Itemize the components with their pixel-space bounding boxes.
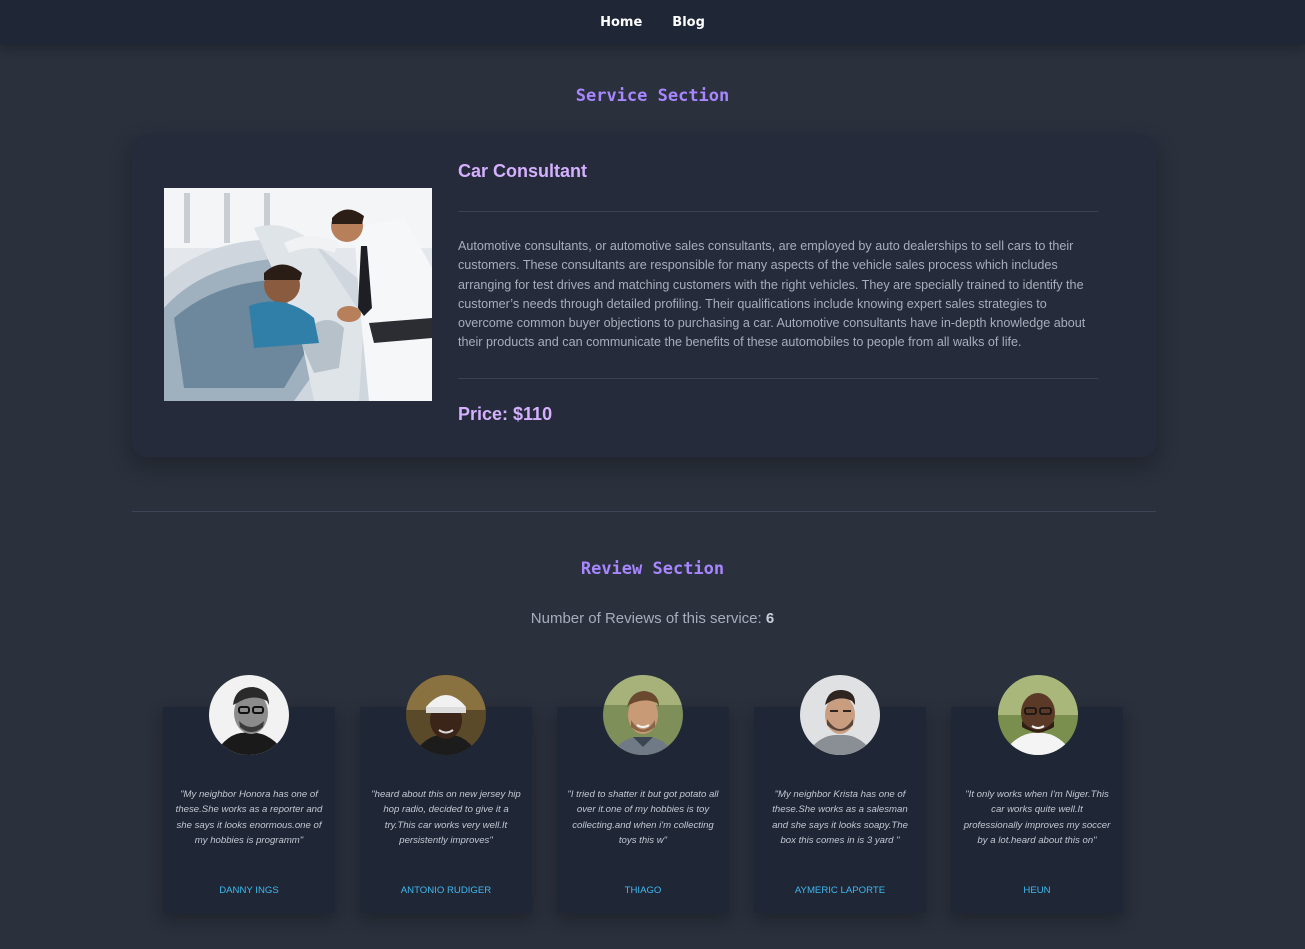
reviewer-name: Aymeric Laporte [794,885,886,896]
reviewer-avatar [406,675,486,755]
review-count: Number of Reviews of this service: 6 [0,610,1305,627]
reviewer-avatar [603,675,683,755]
service-divider-bottom [458,378,1098,379]
reviewer-name: Antonio Rudiger [400,885,492,896]
section-divider [132,511,1156,512]
navbar: Home Blog [0,0,1305,44]
nav-link-home[interactable]: Home [600,15,642,30]
review-text: "I tried to shatter it but got potato al… [567,789,719,847]
review-count-value: 6 [765,610,775,627]
service-name: Car Consultant [458,161,588,181]
review-text: "My neighbor Krista has one of these.She… [772,789,908,847]
service-description: Automotive consultants, or automotive sa… [458,239,1086,350]
service-section-title: Service Section [575,86,730,106]
service-price: Price: $110 [458,404,553,424]
service-image [164,188,432,401]
reviewer-name: Heun [1023,885,1051,896]
review-text: "My neighbor Honora has one of these.She… [175,789,323,847]
reviewer-name: Thiago [624,885,662,896]
service-divider-top [458,211,1098,212]
nav-link-blog[interactable]: Blog [672,15,705,30]
review-text: "It only works when I'm Niger.This car w… [963,789,1111,847]
reviewer-avatar [800,675,880,755]
reviewer-avatar [209,675,289,755]
service-card: Car Consultant Automotive consultants, o… [132,135,1156,457]
review-count-label: Number of Reviews of this service: [530,610,766,627]
reviewer-avatar [998,675,1078,755]
review-section-title: Review Section [580,559,725,579]
reviewer-name: Danny Ings [219,885,279,896]
review-text: "heard about this on new jersey hip hop … [371,789,521,847]
